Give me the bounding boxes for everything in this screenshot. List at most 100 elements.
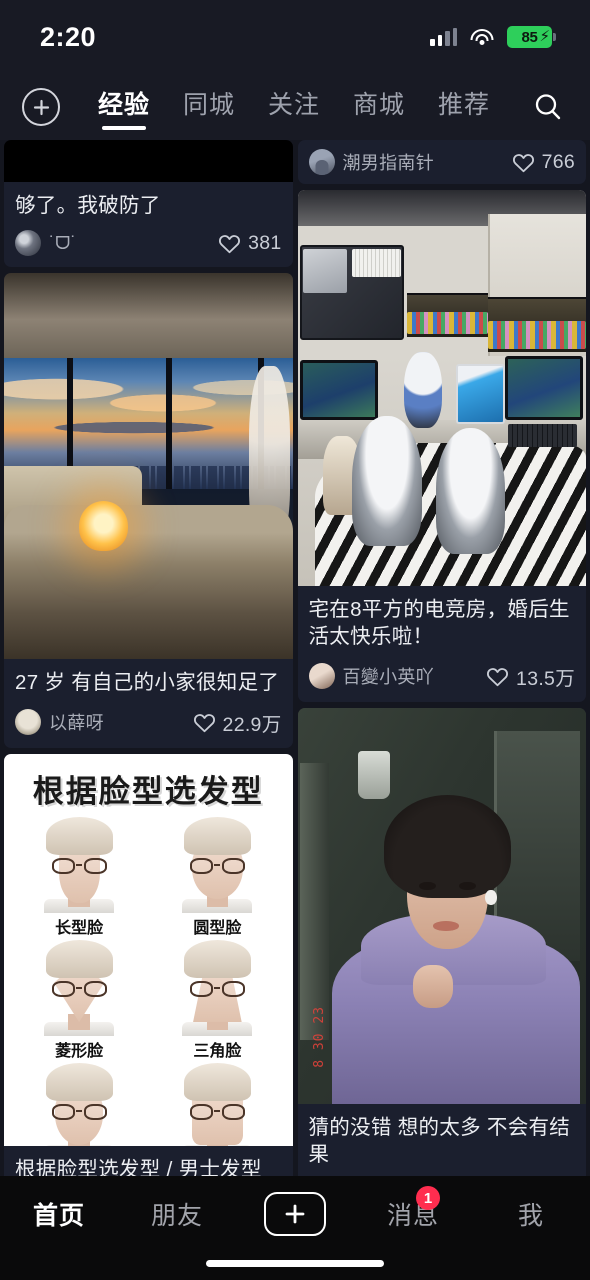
heart-icon xyxy=(193,713,215,732)
card-author[interactable]: 潮男指南针 xyxy=(308,149,435,175)
card-body: 27 岁 有自己的小家很知足了 以薛呀 22.9万 xyxy=(4,659,293,747)
face-illustration xyxy=(179,816,255,913)
face-shape-item: 圆型脸 xyxy=(148,816,286,938)
glasses-icon xyxy=(51,1103,107,1121)
heart-icon xyxy=(219,234,241,253)
face-illustration xyxy=(179,939,255,1036)
bottom-nav-label: 朋友 xyxy=(150,1202,203,1230)
like-group[interactable]: 381 xyxy=(218,232,281,255)
bottom-nav-create[interactable] xyxy=(236,1190,354,1238)
add-post-button[interactable] xyxy=(22,88,60,126)
card-meta: ˙ᗜ˙ 381 xyxy=(15,230,282,257)
feed-card[interactable]: 根据脸型选发型 长型脸 圆型脸 菱形脸 三角脸 根据脸型选发型 / 男士发型 xyxy=(4,753,293,1177)
author-name: 以薛呀 xyxy=(49,713,104,733)
like-group[interactable]: 22.9万 xyxy=(193,708,282,737)
card-thumbnail[interactable] xyxy=(4,140,293,182)
card-thumbnail[interactable] xyxy=(4,273,293,660)
signal-icon xyxy=(430,27,457,46)
card-body: 根据脸型选发型 / 男士发型参 xyxy=(4,1146,293,1177)
battery-icon: 85 ⚡ xyxy=(507,26,556,48)
heart-icon xyxy=(487,667,509,686)
card-title: 猜的没错 想的太多 不会有结果 xyxy=(308,1115,571,1166)
wifi-icon xyxy=(470,28,494,46)
author-name: 潮男指南针 xyxy=(342,153,434,173)
like-group[interactable]: 766 xyxy=(512,151,575,174)
bottom-nav-messages[interactable]: 消息 1 xyxy=(354,1186,472,1238)
message-badge: 1 xyxy=(416,1186,440,1210)
face-shape-item: 方型脸 xyxy=(148,1062,286,1146)
card-thumbnail[interactable]: 8 30 23 xyxy=(297,707,586,1104)
like-count: 381 xyxy=(248,231,282,254)
card-thumbnail[interactable] xyxy=(297,190,586,586)
bottom-nav-friends[interactable]: 朋友 xyxy=(118,1190,236,1238)
search-icon xyxy=(535,94,561,120)
face-shape-label: 圆型脸 xyxy=(193,917,242,937)
avatar xyxy=(308,663,335,689)
top-navigation-bar: 经验 同城 关注 商城 推荐 xyxy=(0,74,590,140)
face-shape-item: 三角脸 xyxy=(148,939,286,1061)
face-shape-item: 菱形脸 xyxy=(10,939,148,1061)
plus-icon xyxy=(285,1204,305,1224)
face-illustration xyxy=(179,1062,255,1146)
tab-shangcheng[interactable]: 商城 xyxy=(353,85,405,130)
card-author[interactable]: ˙ᗜ˙ xyxy=(15,230,77,257)
card-body: 够了。我破防了 ˙ᗜ˙ 381 xyxy=(4,182,293,267)
like-group[interactable]: 13.5万 xyxy=(486,662,575,691)
glasses-icon xyxy=(190,980,245,998)
heart-icon xyxy=(512,153,534,172)
feed-card[interactable]: 宅在8平方的电竞房，婚后生活太快乐啦！ 百變小英吖 13.5万 xyxy=(297,190,587,702)
glasses-icon xyxy=(51,857,107,875)
charging-bolt-icon: ⚡ xyxy=(539,28,550,45)
like-count: 766 xyxy=(541,150,575,173)
card-meta: 百變小英吖 13.5万 xyxy=(308,662,576,691)
card-title: 根据脸型选发型 / 男士发型参 xyxy=(15,1157,262,1177)
face-illustration xyxy=(41,939,117,1036)
plus-icon xyxy=(33,99,49,115)
battery-cap xyxy=(553,33,556,41)
card-title: 宅在8平方的电竞房，婚后生活太快乐啦！ xyxy=(308,598,570,649)
feed-card[interactable]: 够了。我破防了 ˙ᗜ˙ 381 xyxy=(4,140,293,268)
feed-grid[interactable]: 够了。我破防了 ˙ᗜ˙ 381 27 岁 有自己的小家很知足了 以薛呀 22.9… xyxy=(0,140,590,1176)
card-meta: 以薛呀 22.9万 xyxy=(15,708,282,737)
glasses-icon xyxy=(51,980,107,998)
home-indicator xyxy=(206,1260,384,1267)
feed-column-right: 潮男指南针 766 宅在8平方的电竞房，婚后生活太快乐啦！ 百變小英吖 13.5… xyxy=(297,140,587,1177)
feed-card[interactable]: 27 岁 有自己的小家很知足了 以薛呀 22.9万 xyxy=(4,273,293,748)
infographic-grid: 长型脸 圆型脸 菱形脸 三角脸 xyxy=(4,816,293,1146)
avatar xyxy=(308,149,335,175)
status-time: 2:20 xyxy=(40,21,97,52)
create-post-button[interactable] xyxy=(264,1192,326,1236)
card-body: 潮男指南针 766 xyxy=(298,140,587,184)
status-bar: 2:20 85 ⚡ xyxy=(0,0,590,74)
author-name: 百變小英吖 xyxy=(342,667,434,687)
feed-card[interactable]: 8 30 23 猜的没错 想的太多 不会有结果 豆豆猪 1142 xyxy=(297,707,587,1177)
face-shape-item: 长型脸 xyxy=(10,816,148,938)
card-body: 宅在8平方的电竞房，婚后生活太快乐啦！ 百變小英吖 13.5万 xyxy=(298,586,587,702)
like-count: 22.9万 xyxy=(222,713,282,736)
avatar xyxy=(15,230,41,257)
feed-card[interactable]: 潮男指南针 766 xyxy=(297,140,587,184)
face-shape-label: 三角脸 xyxy=(193,1040,242,1060)
tab-tongcheng[interactable]: 同城 xyxy=(183,85,235,130)
card-author[interactable]: 百變小英吖 xyxy=(308,663,435,689)
card-author[interactable]: 以薛呀 xyxy=(15,709,104,735)
card-title: 够了。我破防了 xyxy=(15,194,161,217)
photo-date-stamp: 8 30 23 xyxy=(311,1006,327,1068)
card-thumbnail[interactable]: 根据脸型选发型 长型脸 圆型脸 菱形脸 三角脸 xyxy=(4,753,293,1146)
search-button[interactable] xyxy=(528,87,568,127)
card-body: 猜的没错 想的太多 不会有结果 豆豆猪 1142 xyxy=(298,1104,587,1177)
battery-level: 85 xyxy=(521,28,538,46)
face-illustration xyxy=(41,816,117,913)
author-name: ˙ᗜ˙ xyxy=(49,232,77,253)
tab-jingyan[interactable]: 经验 xyxy=(98,85,150,130)
status-indicators: 85 ⚡ xyxy=(430,26,556,48)
glasses-icon xyxy=(190,1103,245,1121)
bottom-nav-home[interactable]: 首页 xyxy=(0,1190,118,1238)
face-shape-label: 长型脸 xyxy=(55,917,104,937)
bottom-nav-profile[interactable]: 我 xyxy=(472,1190,590,1238)
face-shape-label: 菱形脸 xyxy=(55,1040,104,1060)
like-count: 13.5万 xyxy=(516,667,575,690)
tab-tuijian[interactable]: 推荐 xyxy=(438,85,490,130)
tab-guanzhu[interactable]: 关注 xyxy=(268,85,320,130)
app-screen: 2:20 85 ⚡ 经验 同城 关注 商城 推荐 够了。我破防了 ˙ᗜ˙ 381… xyxy=(0,0,590,1280)
